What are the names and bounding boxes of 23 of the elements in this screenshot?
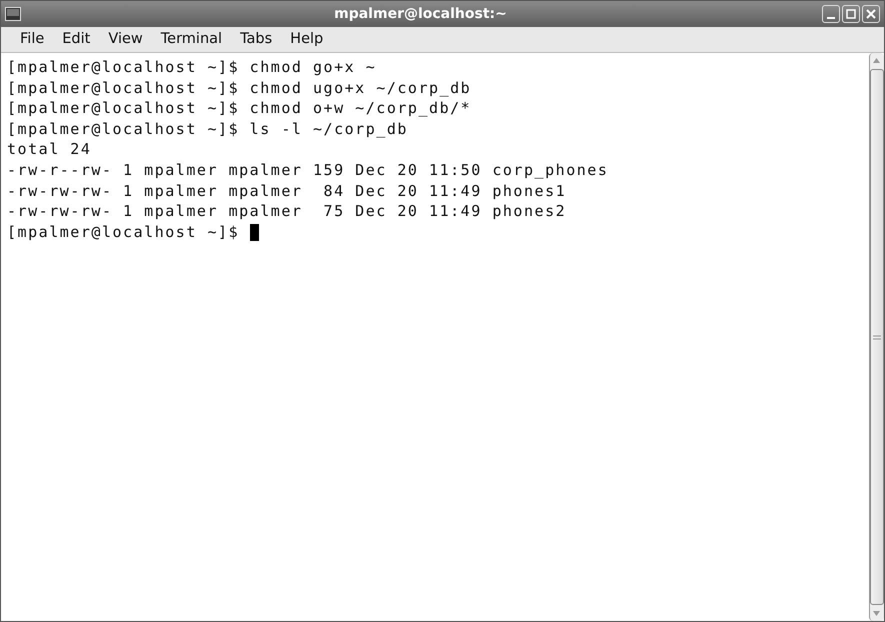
terminal-line: [mpalmer@localhost ~]$ chmod go+x ~ bbox=[7, 57, 376, 78]
terminal-line: -rw-r--rw- 1 mpalmer mpalmer 159 Dec 20 11:50 corp_phones bbox=[7, 160, 608, 181]
window-title: mpalmer@localhost:~ bbox=[333, 4, 508, 24]
menu-item[interactable]: Edit bbox=[53, 26, 100, 52]
terminal-icon bbox=[5, 7, 21, 21]
terminal-line: total 24 bbox=[7, 139, 92, 160]
maximize-button[interactable] bbox=[842, 5, 860, 23]
terminal-line: [mpalmer@localhost ~]$ chmod o+w ~/corp_db/* bbox=[7, 98, 472, 119]
menu-item[interactable]: View bbox=[99, 26, 152, 52]
terminal-line: -rw-rw-rw- 1 mpalmer mpalmer 75 Dec 20 11:49 phones2 bbox=[7, 201, 566, 222]
menu-item[interactable]: Help bbox=[281, 26, 332, 52]
terminal-line: [mpalmer@localhost ~]$ ls -l ~/corp_db bbox=[7, 118, 408, 140]
minimize-button[interactable] bbox=[822, 5, 840, 23]
maximize-icon bbox=[846, 9, 856, 19]
minimize-icon bbox=[827, 16, 835, 18]
terminal-line: [mpalmer@localhost ~]$ chmod ugo+x ~/corp_db bbox=[7, 78, 472, 98]
menu-item[interactable]: Terminal bbox=[152, 26, 232, 52]
terminal-line: [mpalmer@localhost ~]$ bbox=[7, 222, 240, 242]
menu-item[interactable]: File bbox=[11, 26, 54, 52]
close-button[interactable] bbox=[862, 5, 880, 23]
menu-item[interactable]: Tabs bbox=[231, 26, 282, 52]
terminal-line: -rw-rw-rw- 1 mpalmer mpalmer 84 Dec 20 11:49 phones1 bbox=[7, 180, 566, 202]
close-icon bbox=[866, 9, 876, 19]
